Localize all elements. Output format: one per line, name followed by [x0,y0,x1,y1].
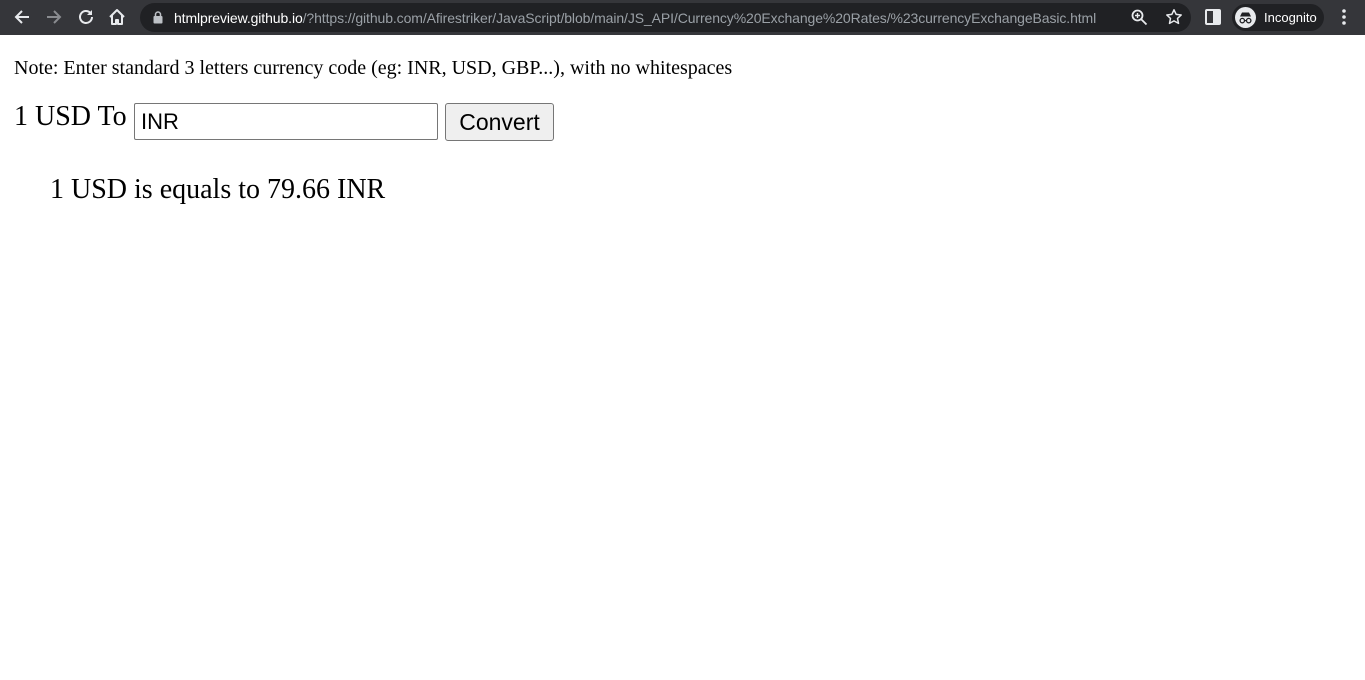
profile-button[interactable]: Incognito [1232,4,1324,31]
forward-arrow-icon [47,10,62,24]
browser-toolbar: htmlpreview.github.io/?https://github.co… [0,0,1365,35]
zoom-icon[interactable] [1131,9,1148,26]
address-url[interactable]: htmlpreview.github.io/?https://github.co… [174,10,1096,26]
lock-icon[interactable] [153,11,163,24]
address-bar[interactable]: htmlpreview.github.io/?https://github.co… [140,3,1191,32]
profile-label: Incognito [1264,10,1317,25]
home-icon [109,9,125,25]
forward-button[interactable] [42,5,66,29]
back-arrow-icon [14,10,29,24]
convert-button[interactable]: Convert [445,103,554,141]
instruction-note: Note: Enter standard 3 letters currency … [14,57,733,79]
url-path: /?https://github.com/Afirestriker/JavaSc… [302,10,1097,26]
incognito-icon [1235,7,1256,28]
back-button[interactable] [10,5,34,29]
home-button[interactable] [105,5,129,29]
side-panel-icon[interactable] [1204,8,1222,26]
conversion-result: 1 USD is equals to 79.66 INR [50,174,386,205]
star-icon[interactable] [1165,8,1183,26]
page-content: Note: Enter standard 3 letters currency … [0,35,1365,680]
url-host: htmlpreview.github.io [174,10,303,26]
conversion-prefix: 1 USD To [14,101,127,132]
currency-code-input[interactable] [134,103,438,140]
reload-button[interactable] [74,5,98,29]
reload-icon [79,10,93,24]
kebab-menu-icon[interactable] [1338,8,1350,26]
